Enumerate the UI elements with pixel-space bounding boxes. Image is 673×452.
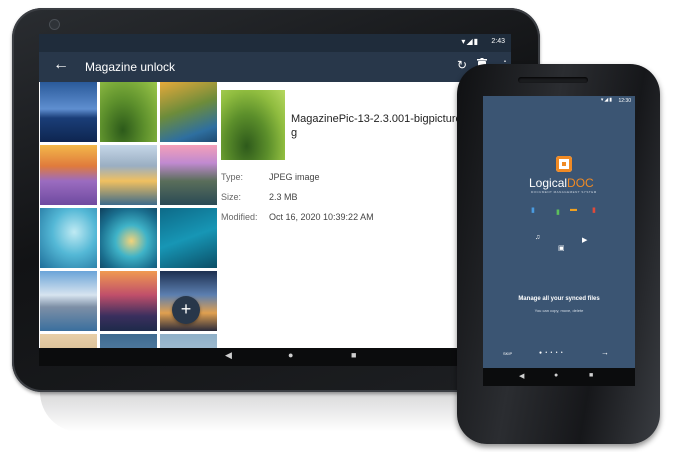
skip-button[interactable]: SKIP	[503, 351, 512, 356]
grid-thumbnail[interactable]	[160, 208, 217, 268]
status-time: 2:43	[491, 38, 505, 45]
nav-back-icon[interactable]: ◀	[225, 350, 232, 361]
pdf-icon: ▮	[592, 207, 596, 214]
phone-nav-home-icon[interactable]: ●	[554, 372, 558, 379]
status-icons: ▾◢▮	[461, 37, 479, 46]
meta-label-type: Type:	[221, 172, 244, 182]
onboarding-subtext: You can copy, move, delete	[534, 308, 584, 313]
grid-thumbnail[interactable]	[100, 271, 157, 331]
meta-value-modified: Oct 16, 2020 10:39:22 AM	[269, 212, 374, 222]
phone-screen: ▾◢▮ 12:30 LogicalDOC DOCUMENT MANAGEMENT…	[483, 96, 635, 386]
refresh-icon[interactable]: ↻	[457, 58, 467, 72]
phone-status-time: 12:30	[618, 98, 631, 104]
page-indicator: ● • • • •	[539, 350, 564, 356]
grid-thumbnail[interactable]	[100, 145, 157, 205]
tablet-reflection	[40, 392, 510, 432]
phone-status-icons: ▾◢▮	[600, 97, 613, 103]
logo-accent-text: DOC	[567, 176, 594, 190]
tablet-toolbar: ← Magazine unlock ↻ ⋮	[39, 52, 511, 82]
tablet-camera	[49, 19, 60, 30]
onboarding-headline: Manage all your synced files	[518, 296, 600, 302]
spreadsheet-icon: ▮	[556, 209, 560, 216]
tablet-screen: ▾◢▮ 2:43 ← Magazine unlock ↻ ⋮ + Magazin…	[39, 34, 511, 366]
grid-thumbnail[interactable]	[100, 208, 157, 268]
meta-value-type: JPEG image	[269, 172, 320, 182]
next-arrow-icon[interactable]: →	[601, 348, 609, 357]
nav-recents-icon[interactable]: ■	[351, 350, 356, 360]
grid-thumbnail[interactable]	[160, 145, 217, 205]
logo-tagline: DOCUMENT MANAGEMENT SYSTEM	[531, 190, 597, 194]
video-icon: ▶	[582, 237, 588, 244]
tablet-nav-bar: ◀ ● ■	[39, 348, 511, 366]
logo-wordmark: LogicalDOC	[529, 176, 609, 190]
grid-thumbnail[interactable]	[40, 334, 97, 348]
grid-thumbnail[interactable]	[40, 208, 97, 268]
grid-thumbnail[interactable]	[40, 82, 97, 142]
meta-label-modified: Modified:	[221, 212, 258, 222]
phone-status-bar: ▾◢▮ 12:30	[483, 96, 635, 106]
grid-thumbnail[interactable]	[160, 82, 217, 142]
detail-thumbnail	[221, 90, 285, 160]
grid-thumbnail[interactable]	[40, 271, 97, 331]
presentation-icon: ▬	[570, 206, 577, 213]
meta-label-size: Size:	[221, 192, 242, 202]
tablet-status-bar: ▾◢▮ 2:43	[39, 34, 511, 52]
image-icon: ▣	[558, 245, 565, 252]
grid-thumbnail[interactable]	[160, 334, 217, 348]
logo-main-text: Logical	[529, 176, 568, 190]
logicaldoc-logo-icon	[556, 156, 572, 172]
phone-nav-recents-icon[interactable]: ■	[589, 372, 593, 379]
meta-value-size: 2.3 MB	[269, 192, 298, 202]
phone-nav-back-icon[interactable]: ◀	[519, 372, 524, 380]
grid-thumbnail[interactable]	[40, 145, 97, 205]
grid-thumbnail[interactable]	[98, 82, 159, 144]
back-arrow-icon[interactable]: ←	[53, 56, 69, 74]
phone-speaker	[518, 77, 588, 83]
add-button[interactable]: +	[172, 296, 200, 324]
document-icon: ▮	[531, 207, 535, 214]
grid-thumbnail[interactable]	[100, 334, 157, 348]
nav-home-icon[interactable]: ●	[288, 350, 293, 360]
phone-nav-bar: ◀ ● ■	[483, 368, 635, 386]
page-title: Magazine unlock	[85, 60, 176, 74]
music-icon: ♫	[535, 234, 541, 241]
